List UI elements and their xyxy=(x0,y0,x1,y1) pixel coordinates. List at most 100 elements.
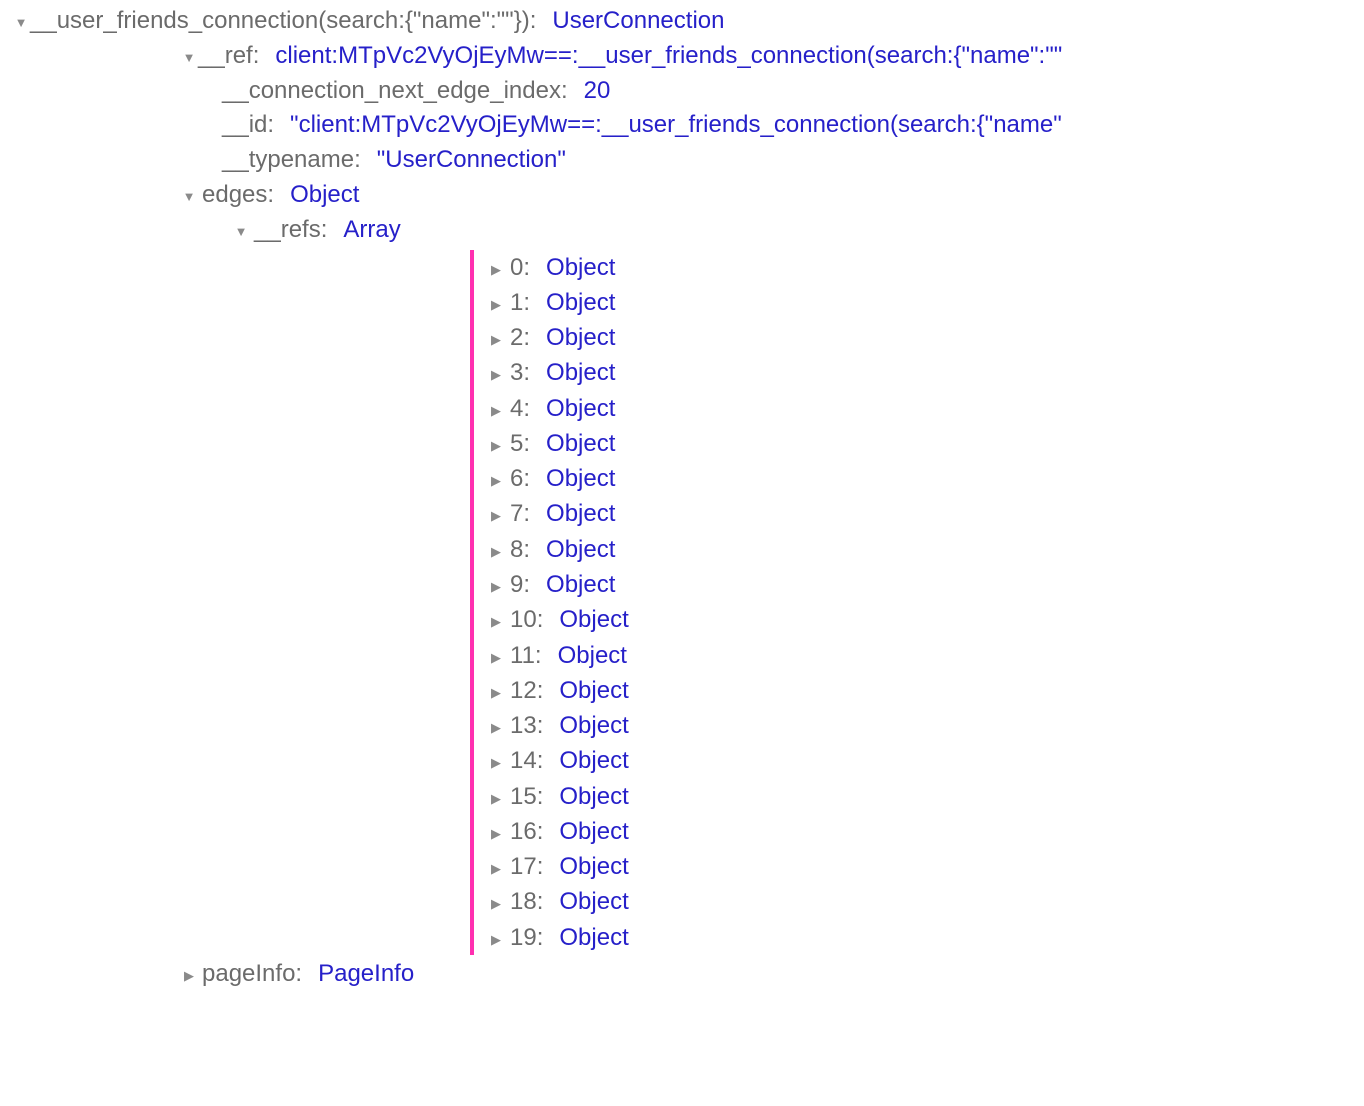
row-value[interactable]: Object xyxy=(546,496,615,531)
expand-icon[interactable] xyxy=(486,295,506,314)
expand-icon[interactable] xyxy=(486,330,506,349)
row-key: 18 xyxy=(510,884,537,919)
colon: : xyxy=(523,355,530,390)
row-value[interactable]: Object xyxy=(546,426,615,461)
tree-row-typename[interactable]: __typename : "UserConnection" xyxy=(0,143,1364,178)
tree-row-array-item[interactable]: 3: Object xyxy=(486,355,629,390)
expand-icon[interactable] xyxy=(486,859,506,878)
expand-icon[interactable] xyxy=(486,648,506,667)
row-key: 3 xyxy=(510,355,523,390)
row-value[interactable]: Object xyxy=(559,920,628,955)
row-key: __id xyxy=(222,108,267,143)
row-value[interactable]: Object xyxy=(559,673,628,708)
colon: : xyxy=(537,602,544,637)
row-value[interactable]: client:MTpVc2VyOjEyMw==:__user_friends_c… xyxy=(275,39,1062,74)
expand-icon[interactable] xyxy=(180,967,198,986)
tree-row-array-item[interactable]: 4:Object xyxy=(486,391,629,426)
tree-row-root[interactable]: __user_friends_connection(search:{"name"… xyxy=(0,4,1364,39)
colon: : xyxy=(523,426,530,461)
row-value[interactable]: Object xyxy=(546,285,615,320)
colon: : xyxy=(537,849,544,884)
row-value[interactable]: Object xyxy=(559,743,628,778)
tree-row-array-item[interactable]: 6:Object xyxy=(486,461,629,496)
tree-row-array-item[interactable]: 0:Object xyxy=(486,250,629,285)
colon: : xyxy=(535,638,542,673)
expand-icon[interactable] xyxy=(486,436,506,455)
row-value[interactable]: Object xyxy=(559,884,628,919)
tree-row-edges[interactable]: edges : Object xyxy=(0,178,1364,213)
tree-row-array-item[interactable]: 15:Object xyxy=(486,779,629,814)
expand-icon[interactable] xyxy=(486,542,506,561)
row-value[interactable]: Object xyxy=(546,461,615,496)
expand-icon[interactable] xyxy=(12,14,30,33)
expand-icon[interactable] xyxy=(486,471,506,490)
expand-icon[interactable] xyxy=(486,718,506,737)
colon: : xyxy=(523,567,530,602)
expand-icon[interactable] xyxy=(486,894,506,913)
expand-icon[interactable] xyxy=(486,577,506,596)
row-value[interactable]: Object xyxy=(546,320,615,355)
tree-row-pageinfo[interactable]: pageInfo : PageInfo xyxy=(0,957,1364,992)
row-value[interactable]: Object xyxy=(559,779,628,814)
tree-row-array-item[interactable]: 2:Object xyxy=(486,320,629,355)
tree-row-refs[interactable]: __refs : Array xyxy=(0,213,1364,248)
row-key: 5 xyxy=(510,426,523,461)
row-key: 12 xyxy=(510,673,537,708)
tree-row-array-item[interactable]: 16:Object xyxy=(486,814,629,849)
row-key: 11 xyxy=(510,638,535,673)
expand-icon[interactable] xyxy=(486,930,506,949)
row-value[interactable]: Object xyxy=(546,532,615,567)
row-key: 17 xyxy=(510,849,537,884)
colon: : xyxy=(295,957,302,992)
tree-row-id[interactable]: __id : "client:MTpVc2VyOjEyMw==:__user_f… xyxy=(0,108,1364,143)
colon: : xyxy=(537,884,544,919)
colon: : xyxy=(267,178,274,213)
expand-icon[interactable] xyxy=(180,49,198,68)
row-value[interactable]: Object xyxy=(559,814,628,849)
tree-row-ref[interactable]: __ref : client:MTpVc2VyOjEyMw==:__user_f… xyxy=(0,39,1364,74)
tree-row-array-item[interactable]: 19:Object xyxy=(486,920,629,955)
expand-icon[interactable] xyxy=(486,365,506,384)
expand-icon[interactable] xyxy=(486,506,506,525)
tree-row-next-edge[interactable]: __connection_next_edge_index : 20 xyxy=(0,74,1364,109)
highlight-bar xyxy=(470,250,474,955)
tree-row-array-item[interactable]: 18: Object xyxy=(486,884,629,919)
row-value[interactable]: Array xyxy=(343,213,400,248)
expand-icon[interactable] xyxy=(180,188,198,207)
tree-row-array-item[interactable]: 5: Object xyxy=(486,426,629,461)
expand-icon[interactable] xyxy=(232,223,250,242)
row-value[interactable]: UserConnection xyxy=(552,4,724,39)
row-value[interactable]: Object xyxy=(546,355,615,390)
tree-row-array-item[interactable]: 11: Object xyxy=(486,638,629,673)
tree-row-array-item[interactable]: 14:Object xyxy=(486,743,629,778)
tree-row-array-item[interactable]: 8:Object xyxy=(486,532,629,567)
expand-icon[interactable] xyxy=(486,789,506,808)
row-value[interactable]: Object xyxy=(558,638,627,673)
row-value[interactable]: Object xyxy=(559,602,628,637)
row-value[interactable]: Object xyxy=(546,567,615,602)
row-key: 1 xyxy=(510,285,523,320)
expand-icon[interactable] xyxy=(486,260,506,279)
tree-row-array-item[interactable]: 9:Object xyxy=(486,567,629,602)
row-value: "UserConnection" xyxy=(377,143,566,178)
expand-icon[interactable] xyxy=(486,612,506,631)
row-value[interactable]: Object xyxy=(559,708,628,743)
row-key: 13 xyxy=(510,708,537,743)
expand-icon[interactable] xyxy=(486,753,506,772)
row-value[interactable]: Object xyxy=(559,849,628,884)
row-value[interactable]: PageInfo xyxy=(318,957,414,992)
row-value[interactable]: Object xyxy=(546,250,615,285)
tree-row-array-item[interactable]: 12:Object xyxy=(486,673,629,708)
expand-icon[interactable] xyxy=(486,824,506,843)
tree-row-array-item[interactable]: 7:Object xyxy=(486,496,629,531)
expand-icon[interactable] xyxy=(486,683,506,702)
row-value[interactable]: Object xyxy=(546,391,615,426)
row-value[interactable]: Object xyxy=(290,178,359,213)
tree-row-array-item[interactable]: 10:Object xyxy=(486,602,629,637)
tree-row-array-item[interactable]: 17: Object xyxy=(486,849,629,884)
colon: : xyxy=(537,708,544,743)
expand-icon[interactable] xyxy=(486,401,506,420)
tree-row-array-item[interactable]: 1:Object xyxy=(486,285,629,320)
tree-row-array-item[interactable]: 13: Object xyxy=(486,708,629,743)
colon: : xyxy=(321,213,328,248)
